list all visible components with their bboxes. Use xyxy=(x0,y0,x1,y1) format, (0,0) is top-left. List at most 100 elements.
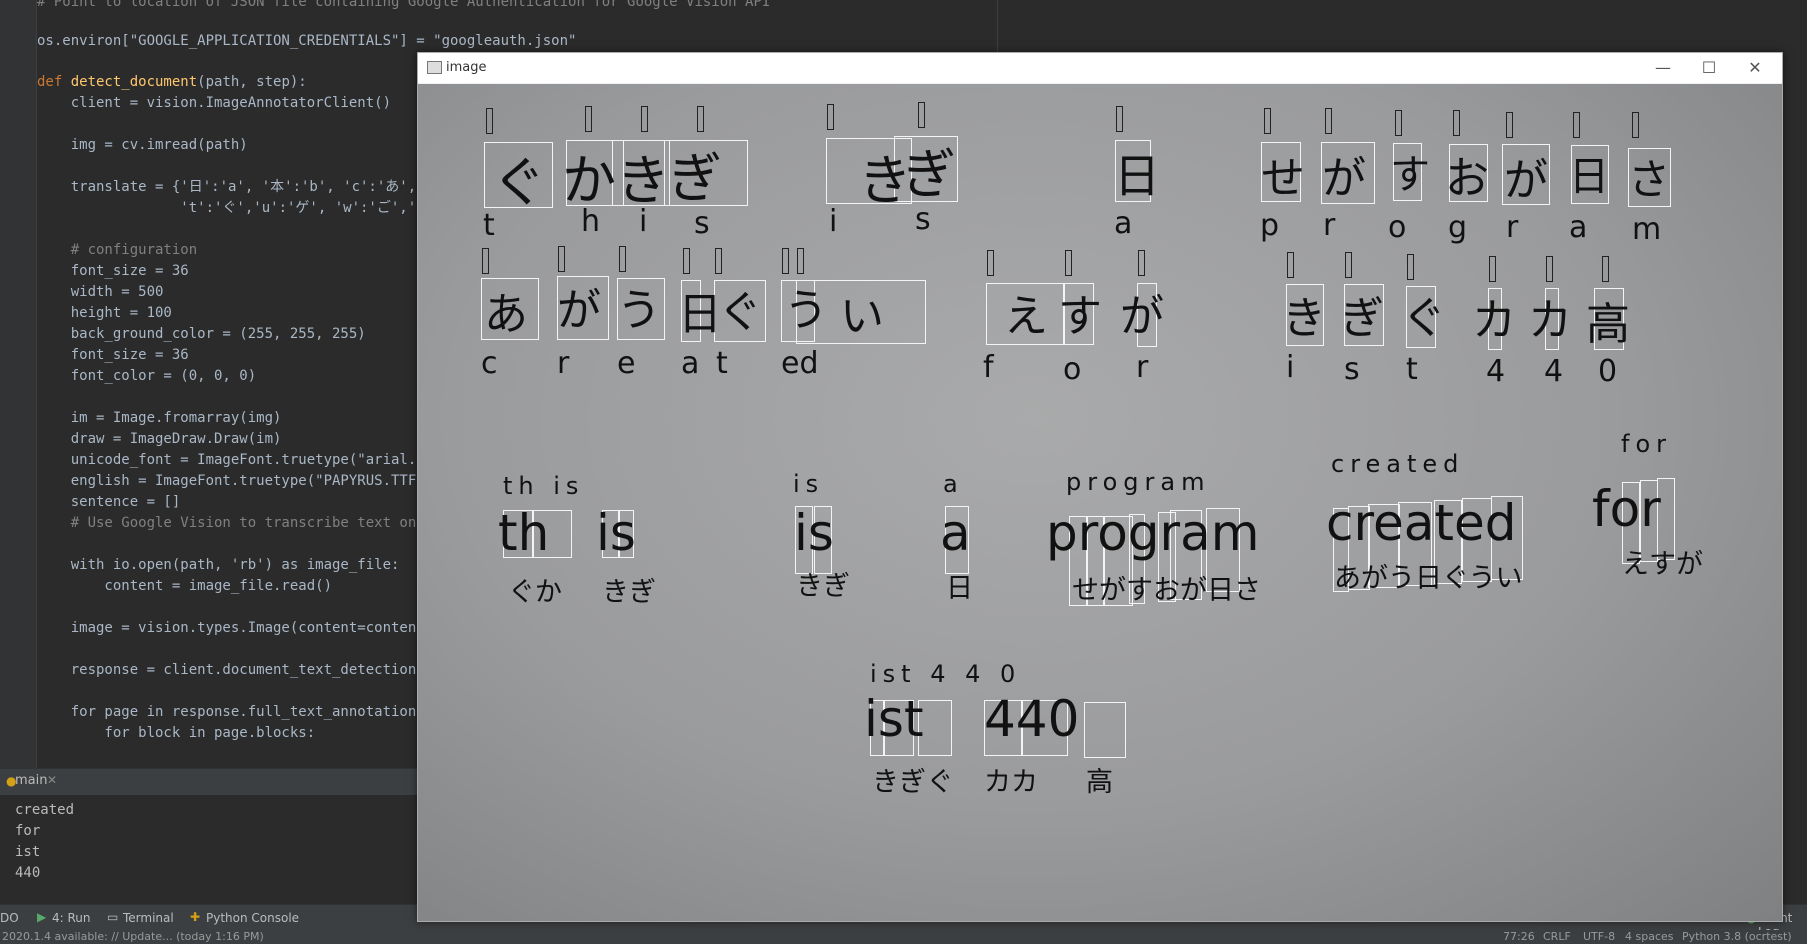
handwritten-char: 日 xyxy=(678,289,722,340)
latin-letter: h xyxy=(581,204,601,239)
small-marker xyxy=(1138,250,1145,276)
latin-letter: i xyxy=(829,204,838,239)
latin-letter: r xyxy=(557,346,570,381)
small-marker xyxy=(918,102,925,128)
minimize-icon[interactable]: — xyxy=(1640,53,1686,83)
handwritten-char: カ xyxy=(1528,295,1572,346)
small-marker xyxy=(1407,254,1414,280)
ocr-word: a xyxy=(940,504,971,562)
handwritten-char: が xyxy=(1120,291,1164,342)
latin-letter: t xyxy=(483,208,495,243)
small-marker xyxy=(797,248,804,274)
terminal-tab[interactable]: Terminal xyxy=(123,911,174,925)
code-line: os.environ["GOOGLE_APPLICATION_CREDENTIA… xyxy=(37,33,577,49)
maximize-icon[interactable]: ☐ xyxy=(1686,53,1732,83)
ocr-word: ist xyxy=(864,690,924,748)
ocr-word: is xyxy=(794,504,834,562)
latin-letter: a xyxy=(681,346,700,381)
todo-tab[interactable]: DO xyxy=(0,911,19,925)
small-marker xyxy=(1325,108,1332,134)
small-marker xyxy=(1546,256,1553,282)
handwritten-char: さ xyxy=(1628,155,1671,204)
translation-text: せがすおが日さ xyxy=(1072,575,1261,606)
code-line: back_ground_color = (255, 255, 255) xyxy=(37,326,366,342)
handwritten-char: ぎ xyxy=(902,143,956,206)
update-notice[interactable]: 2020.1.4 available: // Update... (today … xyxy=(2,930,264,944)
ocr-label: for xyxy=(1621,430,1672,458)
indent-setting[interactable]: 4 spaces xyxy=(1625,930,1674,944)
code-line: im = Image.fromarray(img) xyxy=(37,410,282,426)
code-line: english = ImageFont.truetype("PAPYRUS.TT… xyxy=(37,473,434,489)
python-interpreter[interactable]: Python 3.8 (ocrtest) xyxy=(1682,930,1792,944)
run-tab[interactable]: 4: Run xyxy=(52,911,91,925)
run-tool-tabbar: ● main ✕ xyxy=(0,768,420,796)
image-window-title: image xyxy=(446,60,487,75)
ocr-label: program xyxy=(1066,468,1211,496)
small-marker xyxy=(697,106,704,132)
handwritten-char: ぎ xyxy=(668,147,722,210)
cursor-position[interactable]: 77:26 xyxy=(1503,930,1535,944)
image-window-titlebar[interactable]: image — ☐ ✕ xyxy=(418,53,1782,83)
latin-letter: g xyxy=(1448,210,1468,245)
latin-letter: i xyxy=(639,204,648,239)
small-marker xyxy=(1453,110,1460,136)
latin-letter: c xyxy=(481,346,498,381)
image-canvas: ぐ か き ぎ き ぎ 日 せ が す お が 日 さ t h i s i s xyxy=(418,84,1782,921)
output-line: for xyxy=(15,823,41,839)
small-marker xyxy=(585,106,592,132)
handwritten-char: お xyxy=(1445,153,1489,204)
code-line: translate = {'日':'a', '本':'b', 'c':'あ','… xyxy=(37,179,442,195)
small-marker xyxy=(782,248,789,274)
latin-letter: s xyxy=(1344,352,1360,387)
latin-letter: e xyxy=(617,346,636,381)
small-marker xyxy=(1345,252,1352,278)
ocr-label: th is xyxy=(503,472,585,500)
latin-letter: s xyxy=(694,206,710,241)
handwritten-char: カ xyxy=(1472,295,1516,346)
line-separator[interactable]: CRLF xyxy=(1543,930,1571,944)
code-line: with io.open(path, 'rb') as image_file: xyxy=(37,557,400,573)
ocr-label: ist 4 4 0 xyxy=(870,660,1022,688)
code-line: # Use Google Vision to transcribe text o… xyxy=(37,515,442,531)
latin-letter: f xyxy=(983,350,994,385)
handwritten-char: ぐ xyxy=(1402,293,1446,344)
small-marker xyxy=(1506,112,1513,138)
handwritten-char: き xyxy=(1282,293,1326,344)
code-line: image = vision.types.Image(content=conte… xyxy=(37,620,434,636)
handwritten-char: い xyxy=(840,291,884,342)
handwritten-char: が xyxy=(557,285,601,336)
latin-letter: r xyxy=(1136,350,1149,385)
ocr-word: created xyxy=(1326,494,1517,552)
file-encoding[interactable]: UTF-8 xyxy=(1583,930,1615,944)
editor-gutter xyxy=(0,0,37,768)
close-tab-icon[interactable]: ✕ xyxy=(47,773,57,787)
close-icon[interactable]: ✕ xyxy=(1732,53,1778,83)
handwritten-char: 日 xyxy=(1114,149,1160,203)
small-marker xyxy=(1489,256,1496,282)
handwritten-char: が xyxy=(1504,155,1548,206)
translation-text: カカ xyxy=(984,767,1038,798)
status-bar: 2020.1.4 available: // Update... (today … xyxy=(0,930,1807,944)
python-console-tab[interactable]: Python Console xyxy=(206,911,299,925)
run-tab-label[interactable]: main xyxy=(15,773,47,788)
small-marker xyxy=(1632,112,1639,138)
latin-letter: 4 xyxy=(1544,354,1564,389)
small-marker xyxy=(558,246,565,272)
handwritten-char: せ xyxy=(1261,153,1305,204)
latin-letter: o xyxy=(1063,352,1082,387)
handwritten-char: う xyxy=(784,285,828,336)
code-line: for page in response.full_text_annotatio… xyxy=(37,704,442,720)
handwritten-char: ぎ xyxy=(1340,293,1384,344)
small-marker xyxy=(619,246,626,272)
translation-text: きぎぐ xyxy=(872,767,954,798)
translation-text: 高 xyxy=(1086,767,1113,798)
handwritten-char: ぐ xyxy=(492,151,546,214)
small-marker xyxy=(1573,112,1580,138)
code-line: unicode_font = ImageFont.truetype("arial… xyxy=(37,452,434,468)
ocr-word: th xyxy=(498,504,550,562)
image-window[interactable]: image — ☐ ✕ ぐ か き ぎ き ぎ 日 せ が す お が 日 さ xyxy=(417,52,1783,922)
handwritten-char: 高 xyxy=(1586,299,1630,350)
small-marker xyxy=(1395,110,1402,136)
code-line: # configuration xyxy=(37,242,198,258)
code-line: response = client.document_text_detectio… xyxy=(37,662,434,678)
